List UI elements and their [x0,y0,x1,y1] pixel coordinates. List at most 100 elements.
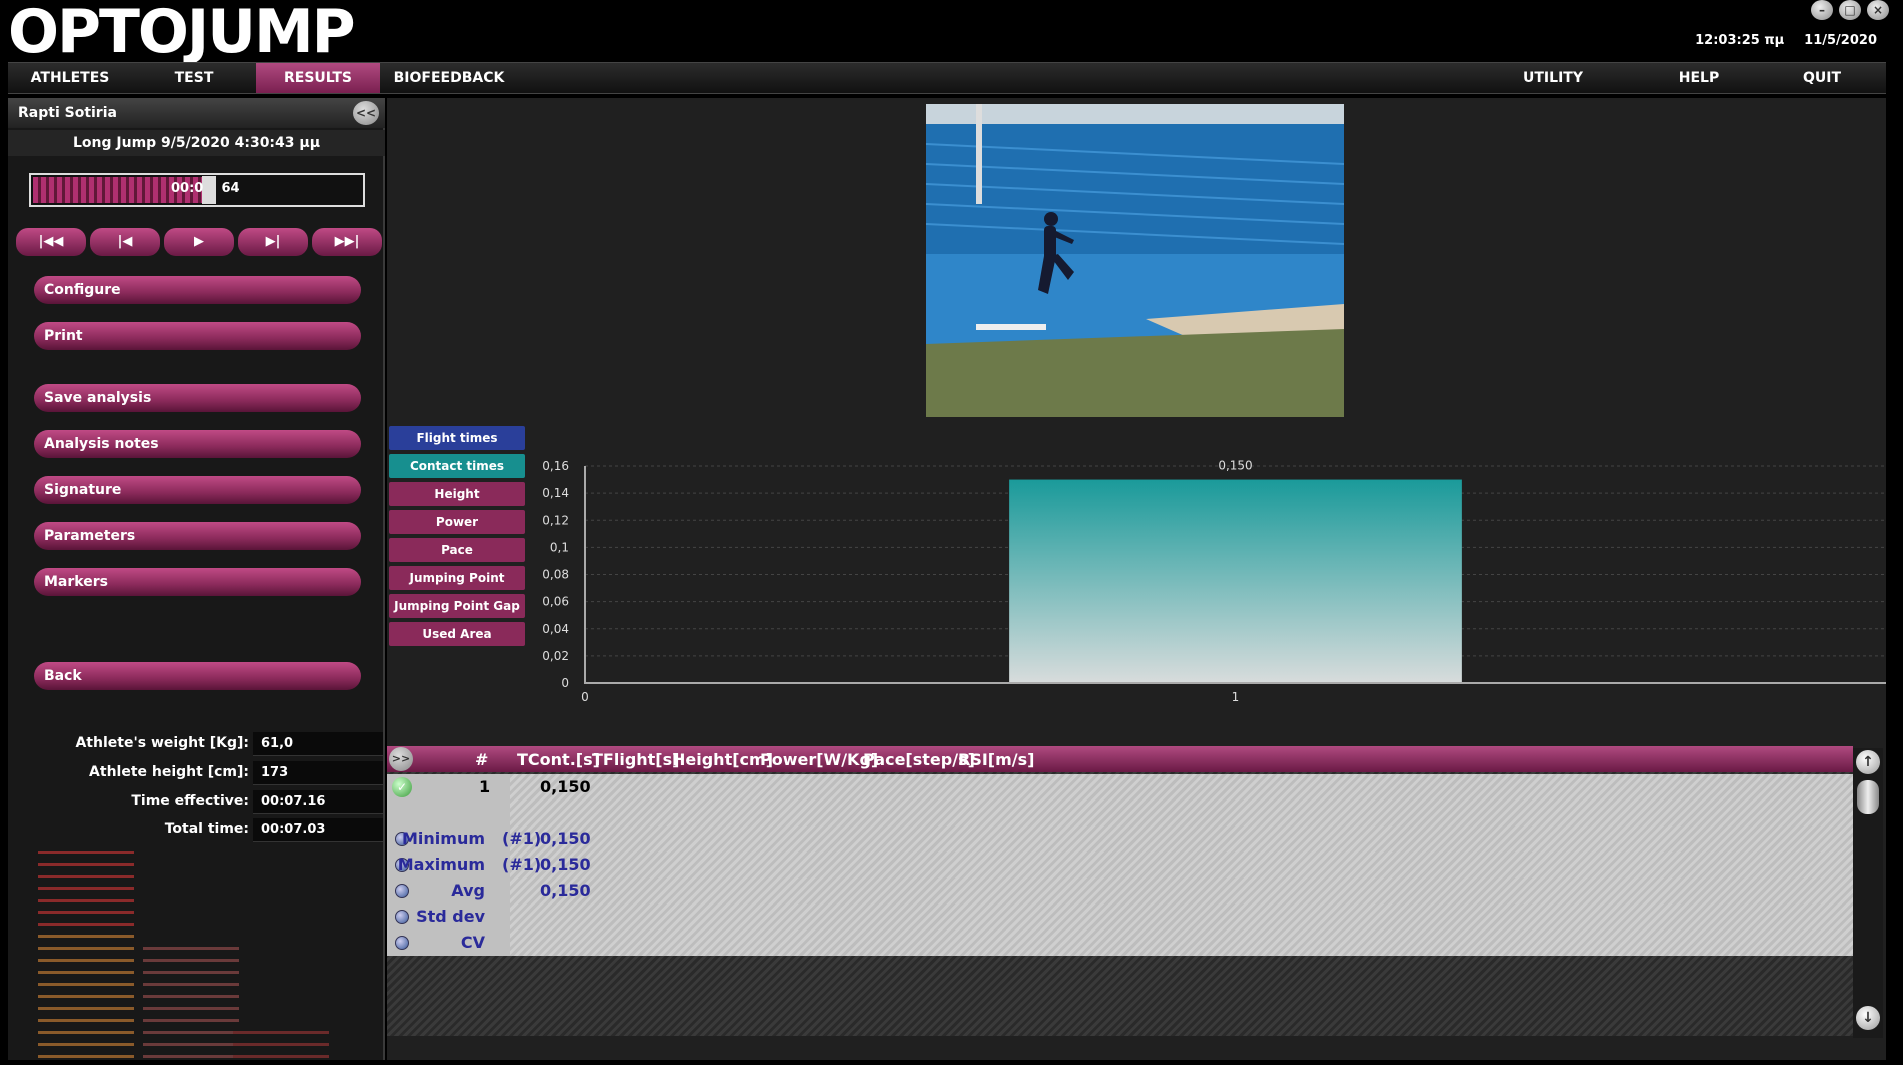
expand-columns-button[interactable]: >> [389,747,413,771]
tab-athletes[interactable]: ATHLETES [8,63,132,93]
stat-row-cv: CV [387,930,1853,956]
parameters-button[interactable]: Parameters [34,522,361,550]
clock: 12:03:25 πμ 11/5/2020 [1695,33,1877,48]
left-panel: Rapti Sotiria << Long Jump 9/5/2020 4:30… [8,98,385,1060]
total-time-field: 00:07.03 [253,818,383,842]
y-tick-label: 0,02 [542,649,569,663]
y-tick-label: 0,16 [542,459,569,473]
markers-button[interactable]: Markers [34,568,361,596]
print-button[interactable]: Print [34,322,361,350]
col-header-power: Power[W/Kg] [760,750,879,769]
jumping-point-button[interactable]: Jumping Point [389,566,525,590]
main-menu-bar: ATHLETES TEST RESULTS BIOFEEDBACK UTILIT… [8,62,1886,94]
window-controls: – □ × [1811,0,1889,20]
video-preview[interactable] [926,104,1344,417]
back-button[interactable]: Back [34,662,361,690]
stat-bullet-icon [395,910,409,924]
optojump-logo: OPTOJUMP [8,0,356,62]
height-label: Athlete height [cm]: [89,764,249,780]
col-header-height: Height[cm] [672,750,773,769]
time-effective-label: Time effective: [131,793,249,809]
stat-value: 0,150 [540,829,591,848]
maximize-icon[interactable]: □ [1839,0,1861,20]
stat-value: 0,150 [540,855,591,874]
close-icon[interactable]: × [1867,0,1889,20]
stat-ref: (#1) [502,855,542,874]
results-main-area: Flight times Contact times Height Power … [387,98,1886,1060]
x-tick-label: 1 [1232,690,1240,704]
metric-selector: Flight times Contact times Height Power … [389,426,525,650]
stat-bullet-icon [395,884,409,898]
flight-times-button[interactable]: Flight times [389,426,525,450]
y-tick-label: 0,12 [542,513,569,527]
time-effective-field: 00:07.16 [253,790,383,814]
table-row-empty [387,800,1853,826]
date-display: 11/5/2020 [1804,33,1877,48]
col-header-rsi: RSI[m/s] [958,750,1035,769]
bar-data-label: 0,150 [1218,459,1252,473]
signature-button[interactable]: Signature [34,476,361,504]
skip-to-end-button[interactable]: ▶▶| [312,228,382,256]
stat-row-std-dev: Std dev [387,904,1853,930]
height-button[interactable]: Height [389,482,525,506]
table-header: >> # TCont.[s] TFlight[s] Height[cm] Pow… [387,746,1853,772]
stat-label: CV [460,933,485,952]
collapse-panel-button[interactable]: << [353,101,379,125]
skip-to-start-button[interactable]: |◀◀ [16,228,86,256]
tab-quit[interactable]: QUIT [1758,63,1886,93]
stat-row-avg: Avg 0,150 [387,878,1853,904]
stat-bullet-icon [395,936,409,950]
video-timeline-slider[interactable]: 00:0 64 [29,173,365,207]
tab-help[interactable]: HELP [1634,63,1764,93]
save-analysis-button[interactable]: Save analysis [34,384,361,412]
stat-value: 0,150 [540,881,591,900]
y-tick-label: 0 [561,676,569,690]
table-row[interactable]: ✓ 1 0,150 [387,774,1853,800]
tab-test[interactable]: TEST [132,63,256,93]
used-area-button[interactable]: Used Area [389,622,525,646]
stat-label: Minimum [401,829,485,848]
stat-label: Avg [451,881,485,900]
row-tcont: 0,150 [540,777,591,796]
stat-label: Maximum [397,855,485,874]
contact-times-button[interactable]: Contact times [389,454,525,478]
stat-ref: (#1) [502,829,542,848]
athlete-header: Rapti Sotiria << [8,98,385,128]
level-meters-graphic [38,851,329,1058]
analysis-notes-button[interactable]: Analysis notes [34,430,361,458]
y-tick-label: 0,14 [542,486,569,500]
tab-results[interactable]: RESULTS [256,63,380,93]
power-button[interactable]: Power [389,510,525,534]
results-table: >> # TCont.[s] TFlight[s] Height[cm] Pow… [387,746,1853,1036]
jumping-point-gap-button[interactable]: Jumping Point Gap [389,594,525,618]
configure-button[interactable]: Configure [34,276,361,304]
x-tick-label: 0 [581,690,589,704]
next-frame-button[interactable]: ▶| [238,228,308,256]
scroll-down-icon[interactable]: ↓ [1856,1006,1880,1030]
minimize-icon[interactable]: – [1811,0,1833,20]
stat-row-minimum: Minimum (#1) 0,150 [387,826,1853,852]
previous-frame-button[interactable]: |◀ [90,228,160,256]
y-tick-label: 0,04 [542,622,569,636]
table-scrollbar[interactable]: ↑ ↓ [1853,748,1883,1038]
chart-bars: 0,150 [1009,459,1462,683]
height-field: 173 [253,761,383,785]
y-tick-label: 0,08 [542,568,569,582]
weight-field: 61,0 [253,732,383,756]
weight-label: Athlete's weight [Kg]: [75,735,249,751]
scroll-up-icon[interactable]: ↑ [1856,750,1880,774]
tab-biofeedback[interactable]: BIOFEEDBACK [384,63,514,93]
stat-row-maximum: Maximum (#1) 0,150 [387,852,1853,878]
y-tick-label: 0,06 [542,595,569,609]
test-title: Long Jump 9/5/2020 4:30:43 μμ [8,130,385,156]
pace-button[interactable]: Pace [389,538,525,562]
checkmark-icon[interactable]: ✓ [392,777,412,797]
athlete-name: Rapti Sotiria [18,105,117,121]
y-tick-label: 0,1 [550,540,569,554]
scrollbar-handle[interactable] [1857,780,1879,814]
col-header-num: # [475,750,489,769]
play-button[interactable]: ▶ [164,228,234,256]
total-time-label: Total time: [164,821,249,837]
tab-utility[interactable]: UTILITY [1488,63,1618,93]
chart-bar[interactable] [1009,479,1462,683]
